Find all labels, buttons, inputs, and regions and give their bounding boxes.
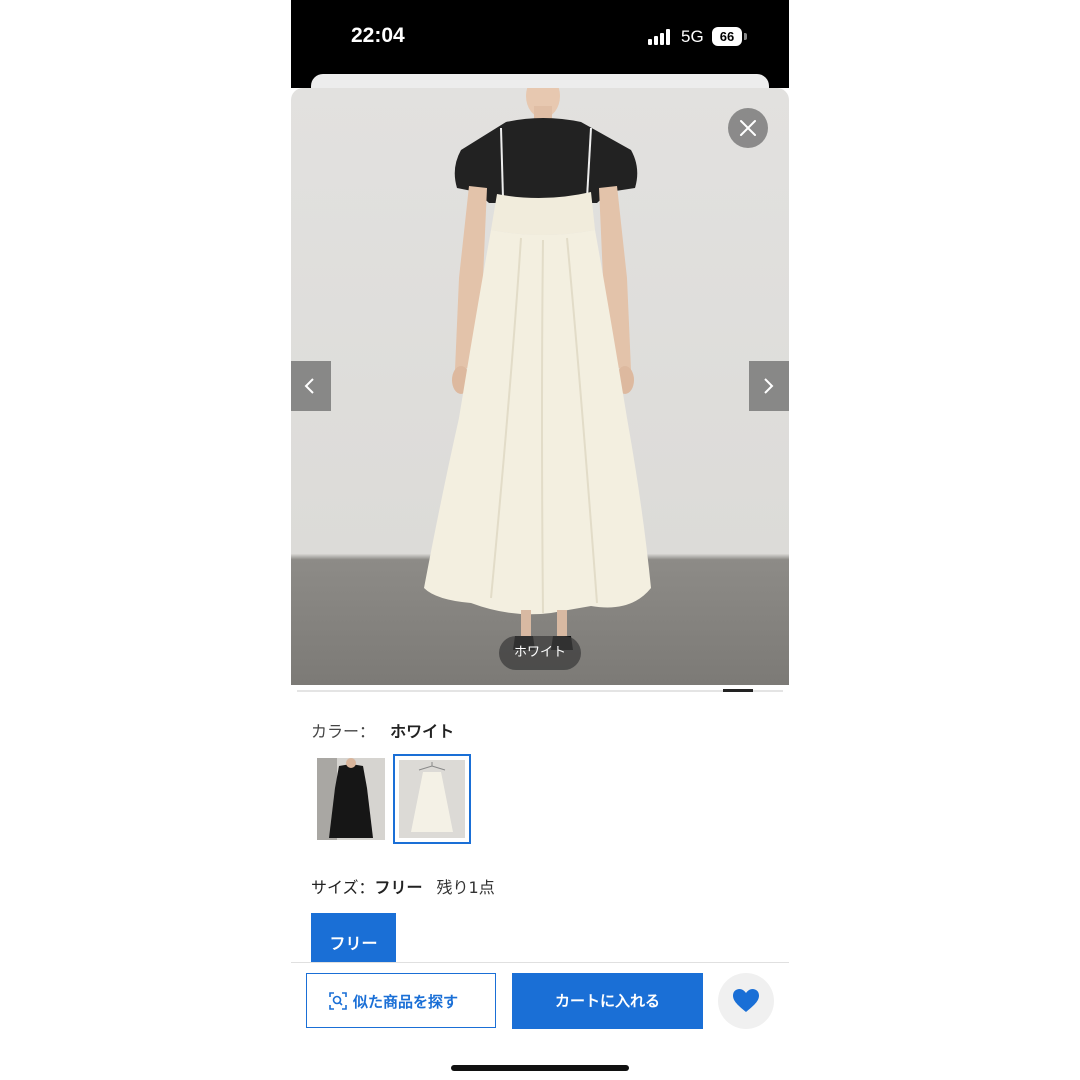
stock-remaining: 残り1点 (436, 878, 495, 897)
size-selection: サイズ：フリー 残り1点 (311, 874, 495, 898)
color-swatch-white[interactable] (393, 754, 471, 844)
status-time: 22:04 (351, 24, 405, 47)
close-button[interactable] (728, 108, 768, 148)
chevron-left-icon (304, 378, 314, 394)
find-similar-button[interactable]: 似た商品を探す (306, 973, 496, 1028)
status-bar: 22:04 5G 66 (291, 0, 789, 104)
find-similar-label: 似た商品を探す (353, 993, 459, 1011)
white-dress-thumbnail (399, 760, 465, 838)
color-swatch-black[interactable] (317, 758, 385, 840)
size-option-free[interactable]: フリー (311, 913, 396, 963)
network-type: 5G (681, 27, 704, 46)
color-value: ホワイト (390, 722, 455, 741)
battery-icon: 66 (712, 27, 742, 46)
size-label: サイズ： (311, 878, 375, 897)
image-search-icon (329, 992, 347, 1010)
product-photo (424, 88, 651, 650)
gallery-progress-track (297, 690, 783, 692)
signal-icon (648, 29, 674, 45)
phone-screen: 22:04 5G 66 ホワイト カラー： ホワイト サイズ：フリー 残り1点 … (291, 0, 789, 1080)
home-indicator (451, 1065, 629, 1071)
close-icon (740, 120, 756, 136)
chevron-right-icon (764, 378, 774, 394)
battery-tip (744, 33, 747, 40)
black-dress-thumbnail (317, 758, 385, 840)
next-image-button[interactable] (749, 361, 789, 411)
color-chip: ホワイト (499, 636, 581, 670)
color-label: カラー： (311, 722, 376, 741)
favorite-button[interactable] (718, 973, 774, 1029)
size-value: フリー (374, 878, 423, 897)
bottom-action-bar: 似た商品を探す カートに入れる (291, 962, 789, 1080)
add-to-cart-button[interactable]: カートに入れる (512, 973, 703, 1029)
product-image-gallery[interactable]: ホワイト (291, 88, 789, 685)
previous-image-button[interactable] (291, 361, 331, 411)
heart-icon (733, 989, 759, 1012)
gallery-progress-indicator (723, 689, 753, 692)
color-selection: カラー： ホワイト (311, 718, 454, 742)
